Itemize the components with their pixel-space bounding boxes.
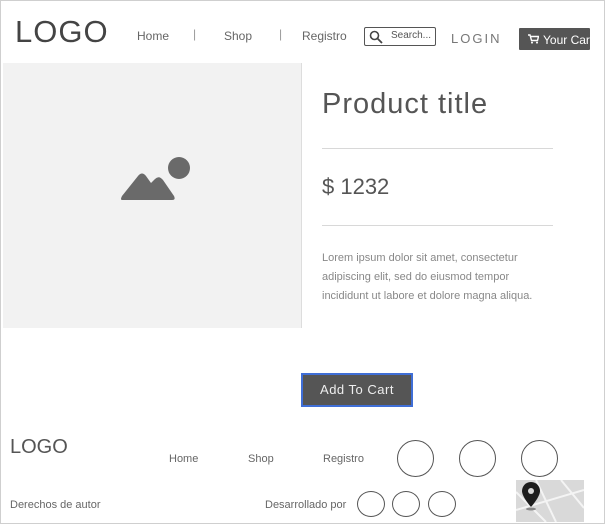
divider <box>322 225 553 226</box>
image-placeholder-icon <box>121 157 190 200</box>
add-to-cart-button[interactable]: Add To Cart <box>301 373 413 407</box>
product-title: Product title <box>322 88 489 120</box>
search-input[interactable]: Search... <box>364 27 436 46</box>
social-icon[interactable] <box>459 440 496 477</box>
cart-button[interactable]: Your Car <box>519 28 590 50</box>
developer-icon[interactable] <box>428 491 456 517</box>
nav-separator: | <box>279 27 283 41</box>
nav-home[interactable]: Home <box>137 29 169 43</box>
search-placeholder: Search... <box>391 30 432 41</box>
social-icon[interactable] <box>397 440 434 477</box>
copyright-text: Derechos de autor <box>10 499 101 511</box>
developed-by-text: Desarrollado por <box>265 499 347 511</box>
product-description: Lorem ipsum dolor sit amet, consectetur … <box>322 252 533 302</box>
footer-nav-home[interactable]: Home <box>169 453 198 465</box>
developer-icon[interactable] <box>357 491 385 517</box>
footer-nav-registro[interactable]: Registro <box>323 453 364 465</box>
cart-label: Your Car <box>543 33 590 47</box>
header-logo[interactable]: LOGO <box>15 14 109 50</box>
cart-icon <box>528 34 539 44</box>
search-icon <box>369 30 383 44</box>
nav-registro[interactable]: Registro <box>302 29 347 43</box>
nav-separator: | <box>193 27 197 41</box>
nav-shop[interactable]: Shop <box>224 29 252 43</box>
social-icon[interactable] <box>521 440 558 477</box>
divider <box>301 63 302 328</box>
divider <box>322 148 553 149</box>
login-link[interactable]: LOGIN <box>451 31 501 46</box>
product-price: $ 1232 <box>322 174 390 199</box>
footer-nav-shop[interactable]: Shop <box>248 453 274 465</box>
developer-icon[interactable] <box>392 491 420 517</box>
location-map[interactable] <box>516 480 584 522</box>
map-pin-icon <box>516 480 584 522</box>
footer-logo[interactable]: LOGO <box>10 436 68 459</box>
product-image <box>3 63 301 328</box>
